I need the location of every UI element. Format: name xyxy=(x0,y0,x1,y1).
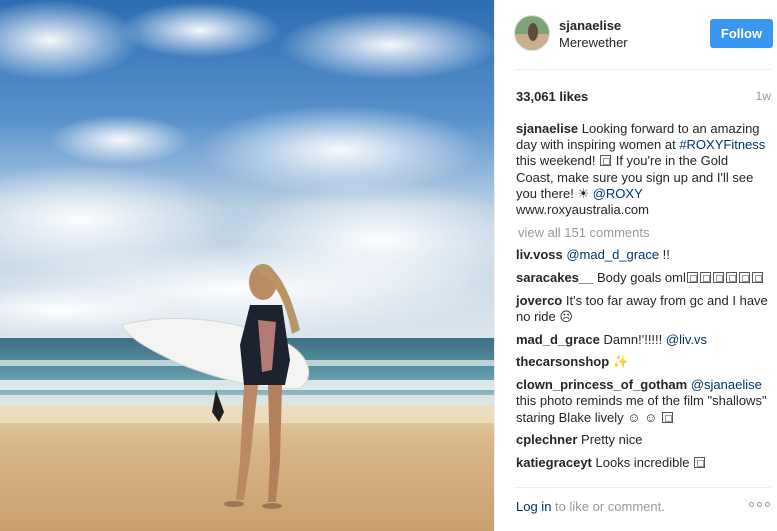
comment-text: Pretty nice xyxy=(577,432,643,448)
location-link[interactable]: Merewether xyxy=(559,35,628,50)
comment-username[interactable]: clown_princess_of_gotham xyxy=(516,377,687,392)
comment-username[interactable]: saracakes__ xyxy=(516,270,593,285)
sparkle-emoji-icon: ✨ xyxy=(609,354,629,370)
comment: katiegraceyt Looks incredible xyxy=(516,455,768,471)
caption-text: www.roxyaustralia.com xyxy=(516,202,649,218)
emoji-placeholder-icon xyxy=(725,272,737,284)
hashtag-link[interactable]: #ROXYFitness xyxy=(679,137,765,152)
emoji-placeholder-icon xyxy=(699,272,711,284)
comment: cplechner Pretty nice xyxy=(516,432,768,448)
comment: thecarsonshop ✨ xyxy=(516,354,768,370)
mention-link[interactable]: @ROXY xyxy=(593,186,643,201)
username-link[interactable]: sjanaelise xyxy=(559,18,621,33)
emoji-placeholder-icon xyxy=(738,272,750,284)
divider xyxy=(515,69,771,70)
caption: sjanaelise Looking forward to an amazing… xyxy=(516,121,768,218)
comment-text: !! xyxy=(659,247,670,263)
follow-button[interactable]: Follow xyxy=(710,19,773,48)
comment-text: Damn!'!!!!! xyxy=(599,331,666,347)
comment-username[interactable]: joverco xyxy=(516,293,562,308)
comment-text: Body goals oml xyxy=(593,270,686,286)
emoji-placeholder-icon xyxy=(600,155,612,167)
sun-emoji-icon: ☀ xyxy=(577,185,590,201)
emoji-placeholder-icon xyxy=(662,411,674,423)
comment-username[interactable]: cplechner xyxy=(516,432,577,447)
emoji-placeholder-icon xyxy=(712,272,724,284)
smile-emoji-icon: ☺ ☺ xyxy=(627,409,658,425)
comment: mad_d_grace Damn!'!!!!! @liv.vs xyxy=(516,332,768,348)
emoji-placeholder-icon xyxy=(686,272,698,284)
comments-list: sjanaelise Looking forward to an amazing… xyxy=(516,121,768,478)
mention-link[interactable]: @liv.vs xyxy=(666,332,707,347)
comment-text: Looks incredible xyxy=(591,454,690,470)
emoji-placeholder-icon xyxy=(694,456,706,468)
post-photo[interactable] xyxy=(0,0,494,531)
login-prompt: Log in to like or comment. xyxy=(516,499,665,514)
caption-text: this weekend! xyxy=(516,153,600,169)
more-options-icon[interactable] xyxy=(749,502,771,510)
login-link[interactable]: Log in xyxy=(516,499,551,514)
comment-username[interactable]: liv.voss xyxy=(516,247,563,262)
mention-link[interactable]: @mad_d_grace xyxy=(566,247,659,262)
divider xyxy=(515,487,771,488)
comment: clown_princess_of_gotham @sjanaelise thi… xyxy=(516,377,768,426)
comment-username[interactable]: thecarsonshop xyxy=(516,354,609,369)
comment: saracakes__ Body goals oml xyxy=(516,270,768,286)
login-prompt-text: to like or comment. xyxy=(551,499,665,514)
emoji-placeholder-icon xyxy=(751,272,763,284)
likes-count[interactable]: 33,061 likes xyxy=(516,89,588,104)
mention-link[interactable]: @sjanaelise xyxy=(691,377,762,392)
post-time[interactable]: 1w xyxy=(756,89,771,103)
comment-username[interactable]: sjanaelise xyxy=(516,121,578,136)
post-header: sjanaelise Merewether Follow xyxy=(495,0,777,70)
comment-username[interactable]: katiegraceyt xyxy=(516,455,592,470)
comment: joverco It's too far away from gc and I … xyxy=(516,293,768,325)
post-side-panel: sjanaelise Merewether Follow 33,061 like… xyxy=(494,0,777,531)
avatar[interactable] xyxy=(514,15,550,51)
beach-surfer-image xyxy=(0,0,494,531)
comment-username[interactable]: mad_d_grace xyxy=(516,332,600,347)
view-all-comments-link[interactable]: view all 151 comments xyxy=(516,225,768,241)
sad-face-emoji-icon: ☹ xyxy=(559,309,573,325)
comment: liv.voss @mad_d_grace !! xyxy=(516,247,768,263)
